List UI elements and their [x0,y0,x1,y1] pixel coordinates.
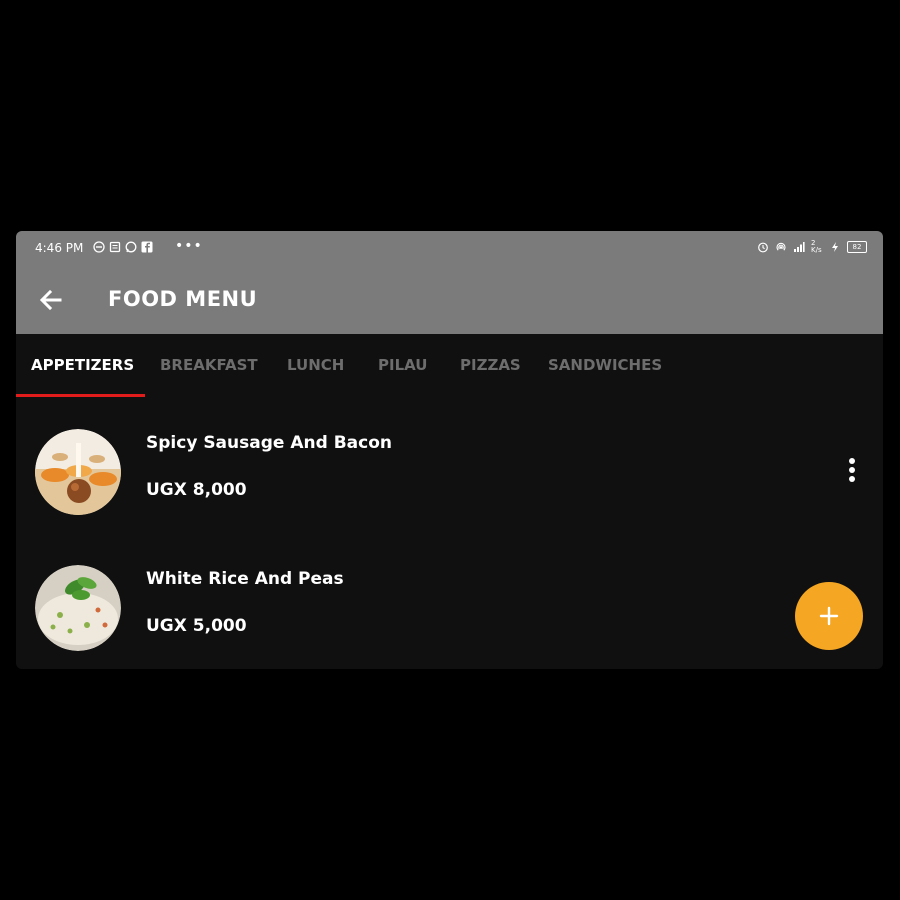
alarm-icon [758,242,768,253]
tab-breakfast[interactable]: BREAKFAST [160,356,258,374]
tab-lunch[interactable]: LUNCH [287,356,344,374]
hotspot-icon [776,242,786,251]
plus-icon [819,606,839,626]
add-item-button[interactable] [795,582,863,650]
battery-level: 82 [852,243,862,251]
network-speed: 2 K/s [811,239,822,254]
overflow-notifications: ••• [175,238,203,254]
tab-pilau[interactable]: PILAU [378,356,427,374]
page-title: FOOD MENU [108,287,258,311]
signal-icon [794,242,805,252]
item-name: Spicy Sausage And Bacon [146,433,392,453]
dnd-icon [93,241,105,253]
active-tab-indicator [16,394,145,397]
app-bar: 4:46 PM ••• 2 K/s 82 FOOD MENU [16,231,883,334]
whatsapp-icon [125,241,137,253]
item-price: UGX 5,000 [146,616,247,636]
status-time: 4:46 PM [35,241,84,255]
food-thumbnail [35,565,121,651]
battery-icon: 82 [847,241,867,253]
facebook-icon [141,241,153,253]
notes-icon [109,241,121,253]
status-system-icons: 2 K/s 82 [757,240,867,254]
tab-appetizers[interactable]: APPETIZERS [31,356,134,374]
app-screen: 4:46 PM ••• 2 K/s 82 FOOD MENU APPETIZER… [16,231,883,669]
food-thumbnail [35,429,121,515]
list-item[interactable]: Spicy Sausage And Bacon UGX 8,000 [16,411,883,521]
charging-icon [832,242,838,252]
status-notification-icons [93,241,153,253]
list-item[interactable]: White Rice And Peas UGX 5,000 [16,547,883,657]
arrow-left-icon[interactable] [38,287,64,313]
item-price: UGX 8,000 [146,480,247,500]
more-options-icon[interactable] [844,457,860,485]
tab-pizzas[interactable]: PIZZAS [460,356,521,374]
tab-sandwiches[interactable]: SANDWICHES [548,356,662,374]
item-name: White Rice And Peas [146,569,344,589]
category-tabs: APPETIZERS BREAKFAST LUNCH PILAU PIZZAS … [16,334,883,398]
status-bar: 4:46 PM ••• 2 K/s 82 [16,231,883,267]
